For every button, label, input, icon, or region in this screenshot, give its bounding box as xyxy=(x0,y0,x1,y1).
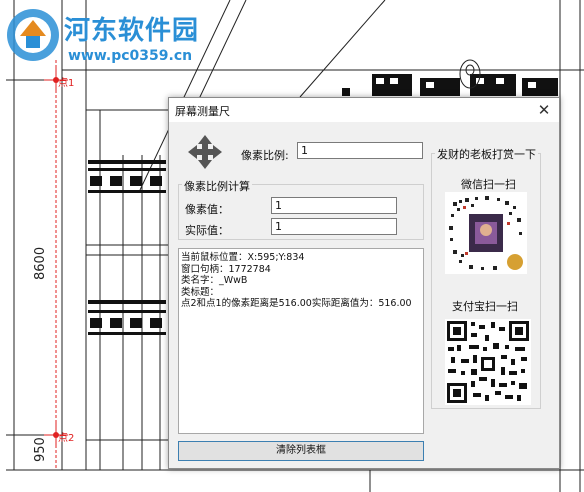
ratio-calc-title: 像素比例计算 xyxy=(182,178,252,194)
output-listbox[interactable]: 当前鼠标位置：X:595;Y:834 窗口句柄：1772784 类名字：_WwB… xyxy=(178,248,424,434)
dimension-950: 950 xyxy=(33,437,48,462)
alipay-qr-icon xyxy=(445,319,531,405)
output-line-class-name: 类名字：_WwB xyxy=(181,275,248,286)
alipay-label: 支付宝扫一扫 xyxy=(452,300,518,313)
actual-value-label: 实际值： xyxy=(185,224,229,237)
title-bar[interactable]: 屏幕测量尺 ✕ xyxy=(169,98,559,122)
scale-input[interactable]: 1 xyxy=(297,142,423,159)
output-line-mouse-position: 当前鼠标位置：X:595;Y:834 xyxy=(181,252,305,263)
watermark-logo-icon xyxy=(7,9,59,61)
move-icon[interactable] xyxy=(187,134,223,170)
clear-list-button[interactable]: 清除列表框 xyxy=(178,441,424,461)
output-line-class-title: 类标题： xyxy=(181,286,220,298)
watermark: 河东软件园 www.pc0359.cn xyxy=(2,4,232,74)
window-title: 屏幕测量尺 xyxy=(175,105,230,118)
wechat-label: 微信扫一扫 xyxy=(461,178,516,191)
point1-label: 点1 xyxy=(58,78,75,89)
output-line-distance: 点2和点1的像素距离是516.00实际距离值为：516.00 xyxy=(181,298,412,309)
donate-group-title: 发财的老板打赏一下 xyxy=(435,146,538,162)
watermark-url: www.pc0359.cn xyxy=(68,48,193,64)
output-line-window-handle: 窗口句柄：1772784 xyxy=(181,263,271,275)
pixel-value-input[interactable]: 1 xyxy=(271,197,397,214)
scale-label: 像素比例: xyxy=(241,149,289,162)
screen-ruler-dialog: 屏幕测量尺 ✕ 像素比例: 1 像素比例计算 像素值： 1 实际值： 1 当前鼠… xyxy=(168,97,560,469)
point2-label: 点2 xyxy=(58,433,75,444)
close-button[interactable]: ✕ xyxy=(533,100,555,120)
dimension-8600: 8600 xyxy=(33,246,48,280)
wechat-qr-icon xyxy=(445,192,527,274)
pixel-value-label: 像素值： xyxy=(185,203,229,216)
actual-value-input[interactable]: 1 xyxy=(271,218,397,235)
watermark-title: 河东软件园 xyxy=(64,16,200,46)
